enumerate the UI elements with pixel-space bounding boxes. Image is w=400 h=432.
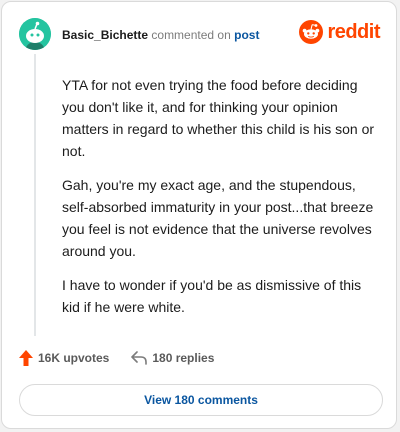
author-name[interactable]: Basic_Bichette bbox=[62, 28, 148, 42]
comment-body: YTA for not even trying the food before … bbox=[62, 74, 378, 330]
comment-paragraph: Gah, you're my exact age, and the stupen… bbox=[62, 177, 374, 259]
upvote-button[interactable]: 16K upvotes bbox=[19, 350, 109, 366]
thread-line bbox=[34, 54, 36, 336]
reddit-logo[interactable]: reddit bbox=[299, 20, 380, 44]
reply-button[interactable]: 180 replies bbox=[131, 351, 214, 365]
upvote-arrow-icon bbox=[19, 350, 33, 366]
action-text: commented on bbox=[151, 28, 231, 42]
reply-count: 180 replies bbox=[152, 351, 215, 365]
post-link[interactable]: post bbox=[234, 28, 259, 42]
comment-actions: 16K upvotes 180 replies bbox=[19, 350, 236, 366]
reddit-logo-icon bbox=[299, 20, 324, 44]
comment-card: Basic_Bichette commented on post reddit … bbox=[1, 1, 397, 429]
avatar[interactable] bbox=[19, 18, 51, 50]
upvote-count: 16K upvotes bbox=[38, 351, 110, 365]
comment-paragraph: YTA for not even trying the food before … bbox=[62, 77, 375, 159]
view-comments-button[interactable]: View 180 comments bbox=[19, 384, 383, 416]
reddit-wordmark: reddit bbox=[327, 20, 380, 43]
comment-header: Basic_Bichette commented on post bbox=[62, 27, 259, 43]
reply-icon bbox=[131, 351, 148, 365]
comment-paragraph: I have to wonder if you'd be as dismissi… bbox=[62, 277, 362, 315]
avatar-icon bbox=[19, 18, 51, 50]
